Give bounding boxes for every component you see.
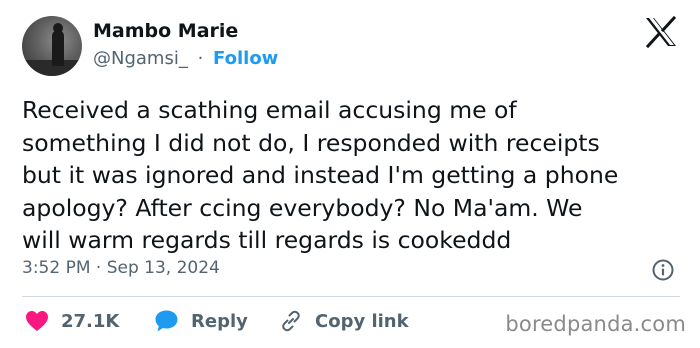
author-handle[interactable]: @Ngamsi_ [93, 48, 188, 69]
like-count: 27.1K [61, 310, 120, 332]
follow-button[interactable]: Follow [213, 48, 278, 69]
info-icon[interactable] [652, 259, 674, 281]
x-logo-icon[interactable] [644, 16, 678, 48]
reply-button[interactable]: Reply [154, 306, 248, 336]
author-display-name[interactable]: Mambo Marie [93, 20, 238, 42]
like-button[interactable]: 27.1K [25, 306, 119, 336]
actions-divider [22, 296, 680, 297]
avatar-figure-body [52, 30, 64, 66]
speech-bubble-icon [155, 310, 178, 332]
link-icon [282, 310, 300, 332]
tweet-timestamp[interactable]: 3:52 PM · Sep 13, 2024 [22, 258, 220, 278]
copy-link-button[interactable]: Copy link [279, 306, 409, 336]
heart-icon [26, 311, 48, 331]
tweet-text: Received a scathing email accusing me of… [22, 96, 619, 254]
author-avatar[interactable] [22, 16, 82, 76]
watermark: boredpanda.com [505, 312, 686, 336]
copy-link-label: Copy link [315, 310, 409, 332]
handle-separator: · [197, 48, 204, 69]
author-handle-row: @Ngamsi_ · Follow [93, 48, 278, 69]
reply-label: Reply [191, 310, 248, 332]
